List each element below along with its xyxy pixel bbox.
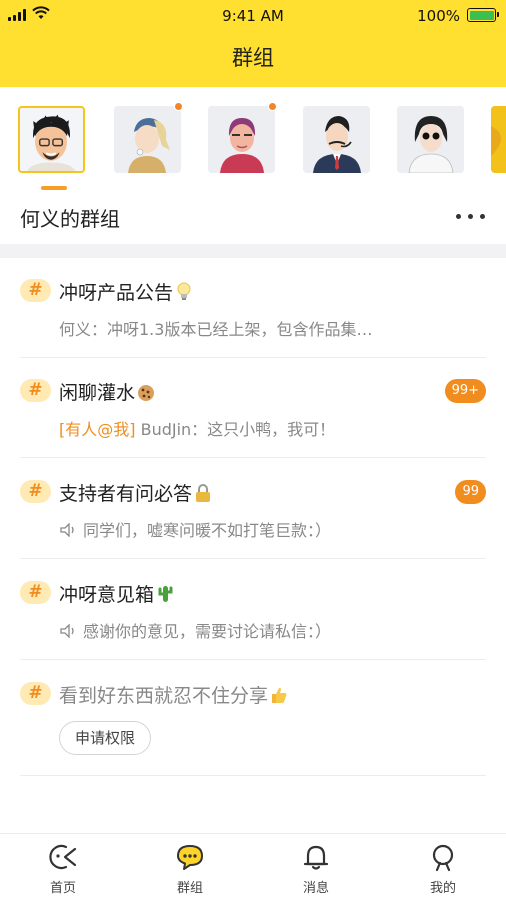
row-divider — [20, 775, 486, 776]
avatar-6[interactable] — [491, 106, 506, 173]
hash-icon: # — [20, 279, 51, 302]
app-header: 9:41 AM 100% 群组 — [0, 0, 506, 87]
avatar-3[interactable] — [208, 106, 275, 173]
group-header: 何义的群组 — [0, 192, 506, 244]
hash-icon: # — [20, 480, 51, 503]
tab-groups[interactable]: 群组 — [127, 834, 253, 901]
group-avatar-strip[interactable] — [0, 87, 506, 192]
group-title: 闲聊灌水 — [59, 378, 155, 405]
avatar-4[interactable] — [303, 106, 370, 173]
unread-count-badge: 99+ — [445, 379, 486, 403]
battery-icon — [467, 8, 496, 22]
status-bar: 9:41 AM 100% — [0, 0, 506, 30]
home-icon — [48, 842, 78, 872]
speaker-icon — [59, 523, 77, 537]
unread-dot — [174, 102, 183, 111]
thumbs-up-icon — [270, 685, 288, 705]
bell-icon — [301, 842, 331, 872]
avatar-5[interactable] — [397, 106, 464, 173]
group-last-message: [有人@我] BudJin：这只小鸭，我可！ — [59, 416, 335, 440]
tab-label: 我的 — [380, 877, 506, 896]
message-text: 感谢你的意见，需要讨论请私信：） — [83, 622, 331, 641]
tab-home[interactable]: 首页 — [0, 834, 126, 901]
cookie-icon — [137, 382, 155, 402]
group-title-text: 看到好东西就忍不住分享 — [59, 685, 268, 707]
group-last-message: 何义：冲呀1.3版本已经上架，包含作品集… — [59, 316, 372, 340]
group-list-item[interactable]: # 看到好东西就忍不住分享 申请权限 — [0, 660, 506, 776]
more-dots-icon[interactable] — [456, 212, 488, 222]
hash-icon: # — [20, 682, 51, 705]
bottom-tab-bar: 首页 群组 消息 我的 — [0, 833, 506, 900]
group-title: 看到好东西就忍不住分享 — [59, 681, 288, 708]
hash-icon: # — [20, 379, 51, 402]
group-last-message: 感谢你的意见，需要讨论请私信：） — [59, 618, 331, 642]
cactus-icon — [156, 584, 174, 604]
group-title: 支持者有问必答 — [59, 479, 212, 506]
tab-label: 消息 — [253, 877, 379, 896]
unread-dot — [268, 102, 277, 111]
group-title-text: 支持者有问必答 — [59, 483, 192, 505]
section-divider — [0, 244, 506, 258]
tab-label: 群组 — [127, 877, 253, 896]
avatar-2[interactable] — [114, 106, 181, 173]
group-last-message: 同学们，嘘寒问暖不如打笔巨款：） — [59, 517, 331, 541]
group-owner-title: 何义的群组 — [20, 203, 120, 232]
tab-profile[interactable]: 我的 — [380, 834, 506, 901]
group-list-item[interactable]: # 闲聊灌水 [有人@我] BudJin：这只小鸭，我可！ 99+ — [0, 358, 506, 458]
mention-tag: [有人@我] — [59, 420, 136, 439]
chat-icon — [175, 842, 205, 872]
group-list-item[interactable]: # 冲呀意见箱 感谢你的意见，需要讨论请私信：） — [0, 559, 506, 660]
request-permission-button[interactable]: 申请权限 — [59, 721, 151, 755]
tab-messages[interactable]: 消息 — [253, 834, 379, 901]
message-text: 同学们，嘘寒问暖不如打笔巨款：） — [83, 521, 331, 540]
battery-percent: 100% — [417, 7, 460, 25]
group-title-text: 冲呀产品公告 — [59, 282, 173, 304]
message-text: BudJin：这只小鸭，我可！ — [136, 420, 336, 439]
group-list-item[interactable]: # 冲呀产品公告 何义：冲呀1.3版本已经上架，包含作品集… — [0, 258, 506, 358]
group-title: 冲呀产品公告 — [59, 278, 193, 305]
hash-icon: # — [20, 581, 51, 604]
lock-icon — [194, 483, 212, 503]
group-list-item[interactable]: # 支持者有问必答 同学们，嘘寒问暖不如打笔巨款：） 99 — [0, 458, 506, 559]
selected-avatar-indicator — [41, 186, 67, 190]
profile-icon — [428, 842, 458, 872]
group-title-text: 闲聊灌水 — [59, 382, 135, 404]
speaker-icon — [59, 624, 77, 638]
page-title: 群组 — [0, 42, 506, 72]
lightbulb-icon — [175, 282, 193, 302]
unread-count-badge: 99 — [455, 480, 486, 504]
avatar-1[interactable] — [18, 106, 85, 173]
tab-label: 首页 — [0, 877, 126, 896]
group-title: 冲呀意见箱 — [59, 580, 174, 607]
group-title-text: 冲呀意见箱 — [59, 584, 154, 606]
